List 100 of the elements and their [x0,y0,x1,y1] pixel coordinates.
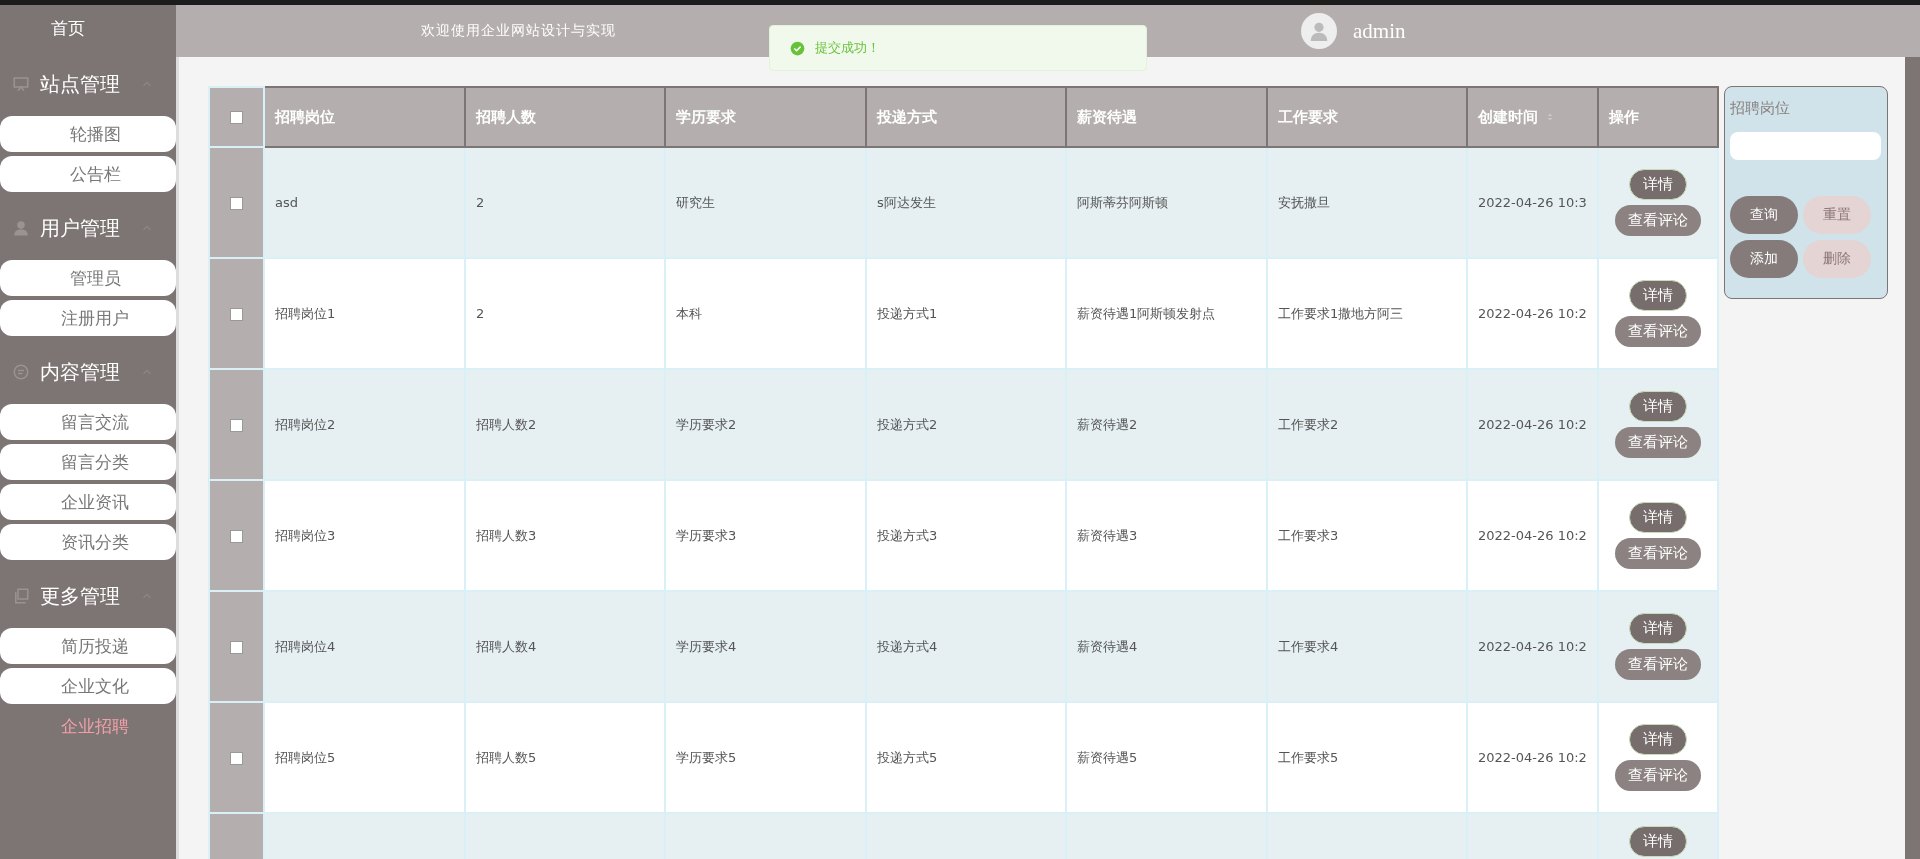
details-button[interactable]: 详情 [1629,169,1687,200]
column-header-label: 操作 [1609,107,1639,126]
sidebar-menu-item[interactable]: 留言分类 [0,444,176,480]
sidebar-menu-item[interactable]: 公告栏 [0,156,176,192]
table-cell: 研究生 [665,147,866,258]
user-avatar [1301,13,1337,49]
user-name: admin [1353,18,1407,44]
row-checkbox[interactable] [230,641,243,654]
table-cell: 招聘岗位1 [264,258,465,369]
table-cell: 2022-04-26 10:2 [1467,702,1598,813]
table-cell: 工作要求2 [1267,369,1467,480]
table-cell: 2 [465,147,665,258]
view-comments-button[interactable]: 查看评论 [1615,316,1701,347]
table-cell: 2022-04-26 10:2 [1467,591,1598,702]
sidebar-menu-item[interactable]: 管理员 [0,260,176,296]
table-cell: 薪资待遇5 [1066,702,1267,813]
table-cell: 招聘岗位3 [264,480,465,591]
sidebar-menu-item[interactable]: 资讯分类 [0,524,176,560]
search-input[interactable] [1730,132,1881,160]
row-checkbox[interactable] [230,308,243,321]
table-cell: 学历要求4 [665,591,866,702]
table-cell: 工作要求4 [1267,591,1467,702]
view-comments-button[interactable]: 查看评论 [1615,760,1701,791]
panel-button[interactable]: 添加 [1730,240,1798,278]
row-checkbox[interactable] [230,197,243,210]
column-header-label: 薪资待遇 [1077,107,1137,126]
table-cell: 薪资待遇2 [1066,369,1267,480]
search-label: 招聘岗位 [1730,99,1791,118]
details-button[interactable]: 详情 [1629,502,1687,533]
column-header-label: 投递方式 [877,107,937,126]
select-all-checkbox[interactable] [230,111,243,124]
sidebar-menu-item[interactable]: 注册用户 [0,300,176,336]
row-checkbox[interactable] [230,752,243,765]
table-cell: 薪资待遇4 [1066,591,1267,702]
easel-icon [12,75,30,93]
sidebar-group-header[interactable]: 站点管理 [0,52,176,116]
sidebar-menu-item[interactable]: 轮播图 [0,116,176,152]
table-cell: 投递方式4 [866,591,1066,702]
sidebar-group-header[interactable]: 更多管理 [0,564,176,628]
table-cell: 2022-04-26 10:3 [1467,147,1598,258]
table-cell: s阿达发生 [866,147,1066,258]
details-button[interactable]: 详情 [1629,391,1687,422]
table-cell: asd [264,147,465,258]
table-cell: 招聘人数5 [465,702,665,813]
table-cell: 学历要求2 [665,369,866,480]
table-cell: 招聘岗位5 [264,702,465,813]
view-comments-button[interactable]: 查看评论 [1615,538,1701,569]
sidebar-group-header[interactable]: 用户管理 [0,196,176,260]
table-cell: 学历要求5 [665,702,866,813]
sidebar-menu-item[interactable]: 企业资讯 [0,484,176,520]
copy-icon [12,587,30,605]
table-cell: 薪资待遇1阿斯顿发射点 [1066,258,1267,369]
details-button[interactable]: 详情 [1629,724,1687,755]
table-cell: 本科 [665,258,866,369]
view-comments-button[interactable]: 查看评论 [1615,427,1701,458]
table-cell: 招聘人数4 [465,591,665,702]
view-comments-button[interactable]: 查看评论 [1615,205,1701,236]
details-button[interactable]: 详情 [1629,613,1687,644]
site-title: 欢迎使用企业网站设计与实现 [421,22,616,40]
table-cell: 2022-04-26 10:2 [1467,369,1598,480]
person-icon [12,219,30,237]
home-menu-item[interactable]: 首页 [0,5,176,52]
table-cell: 工作要求3 [1267,480,1467,591]
table-cell: 2022-04-26 10:2 [1467,258,1598,369]
table-cell: 招聘岗位2 [264,369,465,480]
check-circle-icon [790,40,805,56]
sidebar-menu-item[interactable]: 留言交流 [0,404,176,440]
table-cell: 招聘人数3 [465,480,665,591]
table-cell: 投递方式3 [866,480,1066,591]
column-header-label: 招聘岗位 [275,107,335,126]
table-cell: 工作要求5 [1267,702,1467,813]
scrollbar[interactable] [1905,57,1920,859]
table-cell: 2 [465,258,665,369]
sidebar-group-header[interactable]: 内容管理 [0,340,176,404]
table-cell: 阿斯蒂芬阿斯顿 [1066,147,1267,258]
panel-button[interactable]: 删除 [1803,240,1871,278]
sidebar-menu-item[interactable]: 企业文化 [0,668,176,704]
table-cell: 投递方式5 [866,702,1066,813]
chat-bubble-icon [12,363,30,381]
table-cell: 投递方式2 [866,369,1066,480]
column-header-label: 学历要求 [676,107,736,126]
details-button[interactable]: 详情 [1629,826,1687,857]
table-cell: 投递方式1 [866,258,1066,369]
view-comments-button[interactable]: 查看评论 [1615,649,1701,680]
column-header-label: 创建时间 [1478,107,1538,126]
panel-button[interactable]: 查询 [1730,196,1798,234]
table-cell: 工作要求1撒地方阿三 [1267,258,1467,369]
details-button[interactable]: 详情 [1629,280,1687,311]
table-cell: 安抚撒旦 [1267,147,1467,258]
column-header-label: 招聘人数 [476,107,536,126]
column-header-label: 工作要求 [1278,107,1338,126]
table-cell: 招聘岗位4 [264,591,465,702]
table-cell: 学历要求3 [665,480,866,591]
sidebar-menu-item[interactable]: 简历投递 [0,628,176,664]
table-cell: 招聘人数2 [465,369,665,480]
toast-message: 提交成功！ [815,39,880,57]
panel-button[interactable]: 重置 [1803,196,1871,234]
row-checkbox[interactable] [230,530,243,543]
row-checkbox[interactable] [230,419,243,432]
table-cell: 薪资待遇3 [1066,480,1267,591]
